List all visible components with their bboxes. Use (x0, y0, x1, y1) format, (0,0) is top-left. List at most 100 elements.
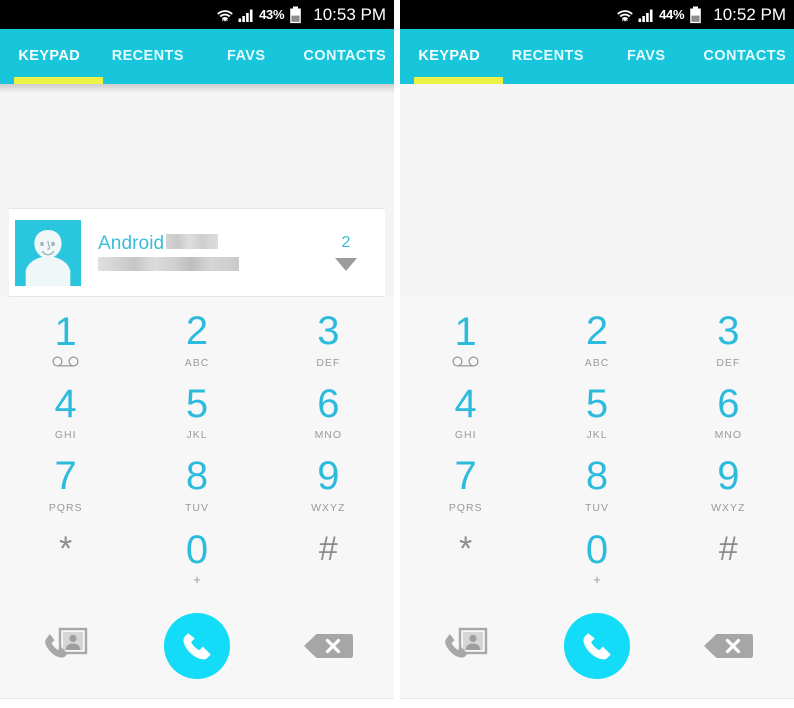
phone-call-icon (183, 633, 211, 660)
key-sublabel: PQRS (48, 501, 83, 514)
key-9[interactable]: 9 WXYZ (263, 449, 394, 522)
key-row-1: 1 2 ABC 3 DEF (0, 304, 394, 377)
bottom-strip-left (0, 698, 394, 708)
call-button[interactable] (163, 613, 230, 679)
key-star[interactable]: * (0, 522, 131, 595)
key-0[interactable]: 0 + (531, 522, 662, 595)
contacts-picker-button[interactable] (0, 626, 131, 666)
voicemail-glyph (52, 356, 79, 367)
key-digit: 1 (54, 310, 77, 355)
backspace-button[interactable] (663, 631, 794, 661)
status-bar-right: 44% 10:52 PM (400, 0, 794, 29)
key-digit: 4 (454, 381, 477, 426)
call-button-cell[interactable] (131, 613, 262, 679)
signal-bars-icon (238, 9, 253, 22)
tab-contacts-right[interactable]: CONTACTS (696, 29, 794, 84)
key-sublabel: + (193, 571, 201, 587)
key-9[interactable]: 9 WXYZ (663, 449, 794, 522)
backspace-delete-icon (704, 634, 754, 658)
key-digit: 8 (185, 454, 209, 499)
contact-name-redaction (166, 233, 219, 249)
wifi-icon (217, 9, 233, 21)
key-sublabel: + (593, 571, 601, 587)
voicemail-icon (452, 356, 479, 367)
key-3[interactable]: 3 DEF (663, 304, 794, 377)
key-digit: 5 (185, 381, 209, 426)
key-5[interactable]: 5 JKL (531, 377, 662, 450)
backspace-delete-icon (304, 634, 354, 658)
key-digit: 4 (54, 381, 77, 426)
key-8[interactable]: 8 TUV (531, 449, 662, 522)
key-row-2: 4 GHI 5 JKL 6 MNO (0, 377, 394, 450)
key-digit: * (459, 529, 473, 568)
status-bar-left: 43% 10:53 PM (0, 0, 394, 29)
key-0[interactable]: 0 + (131, 522, 262, 595)
tab-label: FAVS (627, 48, 666, 65)
call-button-cell[interactable] (531, 613, 662, 679)
tab-label: KEYPAD (18, 48, 81, 65)
call-button[interactable] (563, 613, 630, 679)
phone-screenshot-right: 44% 10:52 PM KEYPAD RECENTS FAVS CONTACT… (400, 0, 794, 708)
chevron-down-icon[interactable] (335, 257, 357, 271)
key-digit: 8 (585, 454, 609, 499)
key-row-3: 7 PQRS 8 TUV 9 WXYZ (0, 449, 394, 522)
backspace-button[interactable] (263, 631, 394, 661)
tab-bar-right: KEYPAD RECENTS FAVS CONTACTS (400, 29, 794, 84)
key-4[interactable]: 4 GHI (400, 377, 531, 450)
voicemail-glyph (452, 356, 479, 367)
empty-dial-display[interactable] (400, 84, 794, 296)
action-row-left (0, 594, 394, 698)
status-clock-left: 10:53 PM (313, 5, 386, 24)
key-3[interactable]: 3 DEF (263, 304, 394, 377)
key-7[interactable]: 7 PQRS (400, 449, 531, 522)
key-digit: 1 (454, 310, 477, 355)
tab-contacts-left[interactable]: CONTACTS (296, 29, 395, 84)
tab-keypad-right[interactable]: KEYPAD (400, 29, 499, 84)
key-sublabel: PQRS (448, 501, 483, 514)
tab-keypad-left[interactable]: KEYPAD (0, 29, 99, 84)
key-sublabel: DEF (716, 356, 741, 369)
key-digit: # (318, 529, 338, 568)
contact-suggestion-card[interactable]: Android 2 (9, 209, 385, 296)
key-star[interactable]: * (400, 522, 531, 595)
contact-avatar-icon (15, 219, 81, 286)
key-digit: 7 (54, 454, 77, 499)
contacts-picker-button[interactable] (400, 626, 531, 666)
key-2[interactable]: 2 ABC (131, 304, 262, 377)
key-7[interactable]: 7 PQRS (0, 449, 131, 522)
action-row-right (400, 594, 794, 698)
tab-favs-left[interactable]: FAVS (197, 29, 296, 84)
tab-label: RECENTS (111, 48, 184, 65)
key-4[interactable]: 4 GHI (0, 377, 131, 450)
key-sublabel: TUV (584, 501, 609, 514)
keypad-left: 1 2 ABC 3 DEF 4 GHI 5 JKL 6 MNO 7 PQRS 8… (0, 296, 394, 708)
tab-recents-left[interactable]: RECENTS (99, 29, 198, 84)
phone-screenshot-left: 43% 10:53 PM KEYPAD RECENTS FAVS CONTACT… (0, 0, 394, 708)
key-2[interactable]: 2 ABC (531, 304, 662, 377)
contact-match-count: 2 (341, 233, 351, 251)
key-hash[interactable]: # (263, 522, 394, 595)
key-1[interactable]: 1 (400, 304, 531, 377)
status-icon-group-left: 43% 10:53 PM (216, 6, 386, 24)
key-5[interactable]: 5 JKL (131, 377, 262, 450)
tab-bar-left: KEYPAD RECENTS FAVS CONTACTS (0, 29, 394, 84)
key-8[interactable]: 8 TUV (131, 449, 262, 522)
tab-recents-right[interactable]: RECENTS (499, 29, 598, 84)
key-row-3: 7 PQRS 8 TUV 9 WXYZ (400, 449, 794, 522)
key-sublabel: ABC (184, 356, 210, 369)
dial-display-area-right[interactable] (400, 84, 794, 296)
key-6[interactable]: 6 MNO (663, 377, 794, 450)
tab-favs-right[interactable]: FAVS (597, 29, 696, 84)
tab-label: CONTACTS (703, 48, 787, 65)
battery-percent-label: 44% (659, 7, 685, 22)
keypad-right: 1 2 ABC 3 DEF 4 GHI 5 JKL 6 MNO 7 PQRS 8… (400, 296, 794, 708)
key-digit: 9 (717, 454, 740, 499)
display-top-shadow (0, 84, 394, 93)
tab-active-indicator-left (14, 77, 103, 84)
key-hash[interactable]: # (663, 522, 794, 595)
contact-meta-block[interactable]: 2 (317, 233, 379, 271)
key-1[interactable]: 1 (0, 304, 131, 377)
key-6[interactable]: 6 MNO (263, 377, 394, 450)
dial-display-area-left[interactable]: Android 2 (0, 84, 394, 296)
key-digit: 6 (317, 381, 340, 426)
